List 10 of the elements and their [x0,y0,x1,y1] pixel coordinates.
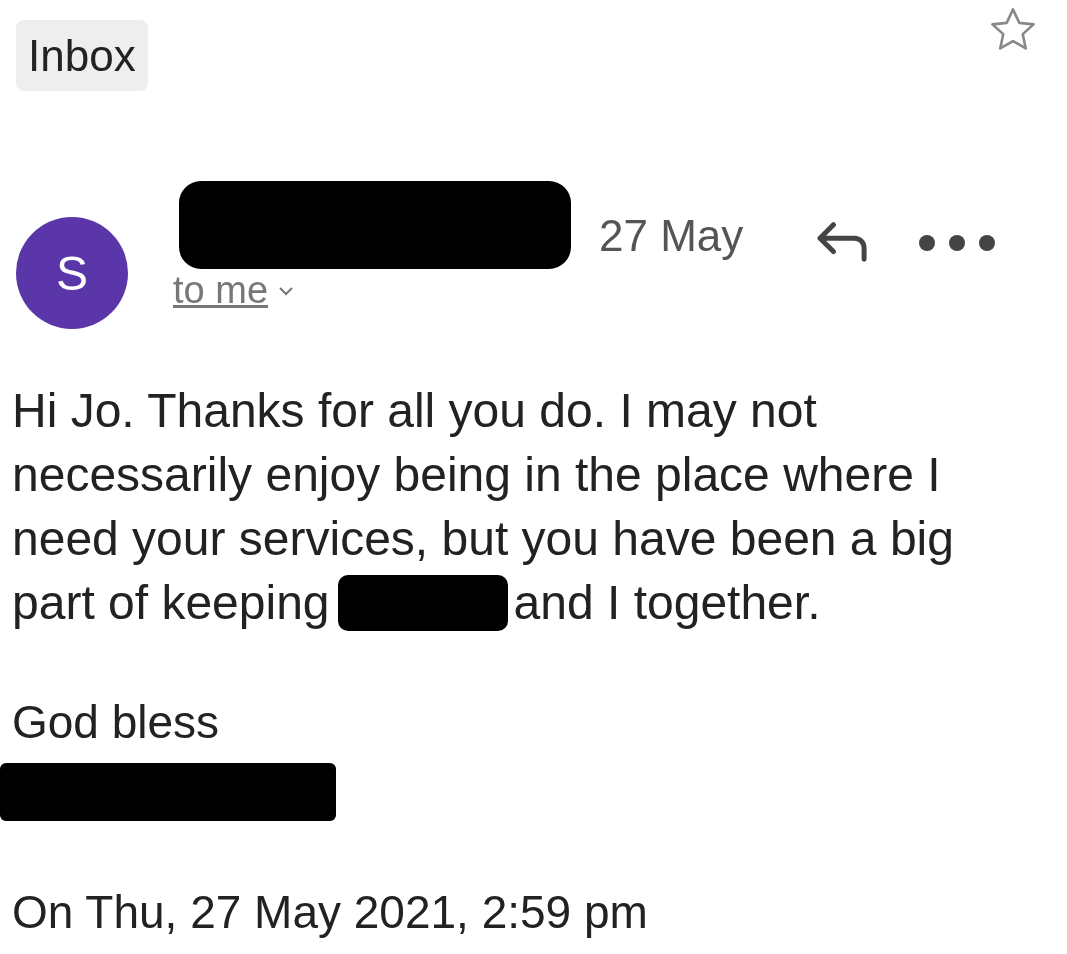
message-date: 27 May [599,211,744,261]
recipient-link[interactable]: to me [173,269,295,312]
avatar: S [16,217,128,329]
chevron-icon[interactable] [278,284,295,297]
more-icon[interactable] [917,233,998,253]
inbox-label[interactable]: Inbox [16,20,148,91]
body-text: and I together. [513,575,821,631]
closing-text: God bless [11,695,221,749]
quote-header: On Thu, 27 May 2021, 2:59 pm [11,885,649,939]
body-text: part of keeping [12,575,330,631]
